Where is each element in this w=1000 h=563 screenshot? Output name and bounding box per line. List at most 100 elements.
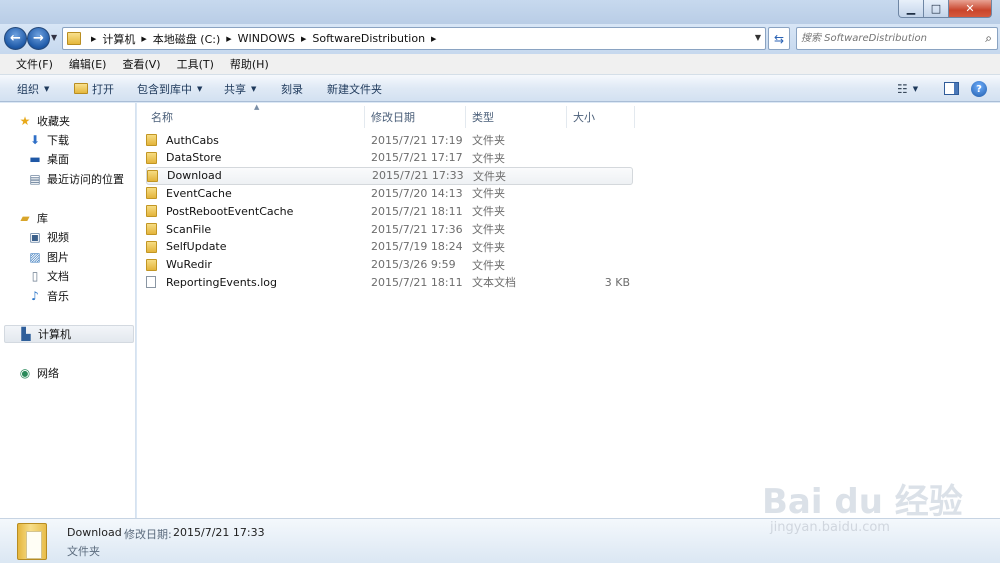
column-size[interactable]: 大小	[567, 106, 635, 128]
computer-icon: ▙	[21, 327, 31, 341]
file-name-cell: WuRedir	[146, 258, 368, 271]
sidebar-item-network[interactable]: ◉ 网络	[18, 364, 59, 382]
column-name[interactable]: 名称	[137, 106, 365, 128]
sidebar-item-label: 网络	[37, 367, 59, 380]
table-row[interactable]: ScanFile 2015/7/21 17:36 文件夹	[146, 220, 633, 238]
column-date-modified[interactable]: 修改日期	[365, 106, 466, 128]
folder-icon	[146, 187, 157, 200]
organize-button[interactable]: 组织 ▼	[17, 75, 49, 102]
file-name: DataStore	[166, 151, 222, 165]
sidebar-item-recent-places[interactable]: ▤ 最近访问的位置	[28, 170, 124, 188]
sidebar-item-desktop[interactable]: ▬ 桌面	[28, 150, 69, 168]
sidebar-item-videos[interactable]: ▣ 视频	[28, 228, 69, 246]
file-name: WuRedir	[166, 258, 212, 272]
table-row[interactable]: AuthCabs 2015/7/21 17:19 文件夹	[146, 131, 633, 149]
breadcrumb: ▶ 计算机 ▶ 本地磁盘 (C:) ▶ WINDOWS ▶ SoftwareDi…	[85, 28, 442, 49]
file-date: 2015/7/21 18:11	[371, 204, 463, 218]
title-bar: ▁ □ ✕	[0, 0, 1000, 24]
search-box[interactable]: ⌕	[796, 27, 998, 50]
address-history-dropdown-icon[interactable]: ▼	[755, 33, 761, 42]
sidebar-item-label: 收藏夹	[37, 115, 70, 128]
minimize-icon: ▁	[906, 2, 916, 15]
breadcrumb-local-disk[interactable]: 本地磁盘 (C:)	[153, 31, 220, 47]
file-date: 2015/7/19 18:24	[371, 240, 463, 254]
file-name: ReportingEvents.log	[166, 275, 277, 289]
table-row[interactable]: DataStore 2015/7/21 17:17 文件夹	[146, 149, 633, 167]
chevron-right-icon[interactable]: ▶	[226, 35, 231, 43]
open-button[interactable]: 打开	[74, 75, 114, 102]
breadcrumb-windows[interactable]: WINDOWS	[238, 32, 295, 45]
table-row[interactable]: EventCache 2015/7/20 14:13 文件夹	[146, 184, 633, 202]
selected-item-name: Download	[67, 526, 122, 539]
music-icon: ♪	[31, 289, 39, 303]
file-date: 2015/7/21 17:17	[371, 151, 463, 165]
file-type: 文件夹	[472, 187, 505, 201]
chevron-down-icon: ▼	[251, 84, 257, 93]
preview-pane-icon[interactable]	[944, 82, 959, 95]
refresh-button[interactable]: ⇆	[768, 27, 790, 50]
chevron-right-icon[interactable]: ▶	[301, 35, 306, 43]
menu-edit[interactable]: 编辑(E)	[59, 56, 113, 72]
sidebar-item-pictures[interactable]: ▨ 图片	[28, 248, 69, 266]
address-bar[interactable]: ▶ 计算机 ▶ 本地磁盘 (C:) ▶ WINDOWS ▶ SoftwareDi…	[62, 27, 766, 50]
menu-view[interactable]: 查看(V)	[112, 56, 166, 72]
share-button[interactable]: 共享 ▼	[224, 75, 256, 102]
sidebar-item-libraries[interactable]: ▰ 库	[18, 209, 48, 227]
file-name: SelfUpdate	[166, 240, 227, 254]
forward-button[interactable]: →	[27, 27, 50, 50]
navigation-pane: ★ 收藏夹 ⬇ 下载 ▬ 桌面 ▤ 最近访问的位置 ▰ 库 ▣ 视频 ▨ 图片 ▯ 文档 ♪ 音乐…	[0, 103, 136, 518]
sidebar-item-label: 文档	[47, 270, 69, 283]
folder-icon	[67, 32, 81, 45]
column-type[interactable]: 类型	[466, 106, 567, 128]
chevron-right-icon[interactable]: ▶	[431, 35, 436, 43]
folder-icon	[146, 134, 157, 146]
menu-help[interactable]: 帮助(H)	[220, 56, 275, 72]
close-icon: ✕	[965, 2, 975, 15]
file-date: 2015/7/21 17:36	[371, 222, 463, 236]
search-icon[interactable]: ⌕	[985, 31, 992, 46]
back-button[interactable]: ←	[4, 27, 27, 50]
watermark-logo: Bai du 经验	[762, 482, 963, 522]
close-button[interactable]: ✕	[949, 0, 992, 18]
sidebar-item-documents[interactable]: ▯ 文档	[28, 267, 69, 285]
file-name: EventCache	[166, 186, 232, 200]
breadcrumb-computer[interactable]: 计算机	[102, 31, 135, 47]
window-controls: ▁ □ ✕	[898, 0, 992, 18]
sidebar-item-label: 库	[37, 212, 48, 225]
sidebar-item-favorites[interactable]: ★ 收藏夹	[18, 112, 70, 130]
menu-bar: 文件(F) 编辑(E) 查看(V) 工具(T) 帮助(H)	[0, 54, 1000, 75]
search-input[interactable]	[801, 31, 971, 46]
chevron-right-icon[interactable]: ▶	[141, 35, 146, 43]
file-date: 2015/3/26 9:59	[371, 258, 456, 272]
sidebar-item-music[interactable]: ♪ 音乐	[28, 287, 69, 305]
file-type: 文件夹	[472, 134, 505, 147]
new-folder-button[interactable]: 新建文件夹	[327, 75, 382, 102]
table-row[interactable]: ReportingEvents.log 2015/7/21 18:11 文本文档 3 …	[146, 273, 633, 291]
help-icon[interactable]: ?	[971, 81, 987, 97]
table-row[interactable]: WuRedir 2015/3/26 9:59 文件夹	[146, 256, 633, 274]
maximize-button[interactable]: □	[924, 0, 949, 18]
sidebar-item-label: 音乐	[47, 290, 69, 303]
maximize-icon: □	[930, 2, 942, 15]
folder-icon	[146, 151, 157, 164]
forward-arrow-icon: →	[33, 31, 44, 46]
table-row[interactable]: SelfUpdate 2015/7/19 18:24 文件夹	[146, 238, 633, 256]
menu-file[interactable]: 文件(F)	[6, 56, 59, 72]
selected-item-type: 文件夹	[67, 545, 100, 558]
chevron-right-icon[interactable]: ▶	[91, 35, 96, 43]
breadcrumb-softwaredistribution[interactable]: SoftwareDistribution	[312, 32, 425, 45]
table-row[interactable]: PostRebootEventCache 2015/7/21 18:11 文件夹	[146, 202, 633, 220]
change-view-button[interactable]: ☷ ▼	[897, 75, 918, 102]
include-in-library-button[interactable]: 包含到库中 ▼	[137, 75, 202, 102]
recent-pages-dropdown-icon[interactable]: ▼	[51, 33, 57, 42]
file-name: ScanFile	[166, 222, 212, 236]
menu-tools[interactable]: 工具(T)	[167, 56, 220, 72]
file-name: AuthCabs	[166, 133, 219, 147]
sidebar-item-label: 计算机	[38, 328, 71, 341]
sidebar-item-downloads[interactable]: ⬇ 下载	[28, 131, 69, 149]
sidebar-item-computer[interactable]: ▙ 计算机	[4, 325, 134, 343]
burn-button[interactable]: 刻录	[281, 75, 303, 102]
file-name-cell: SelfUpdate	[146, 240, 368, 253]
minimize-button[interactable]: ▁	[898, 0, 924, 18]
table-row[interactable]: Download 2015/7/21 17:33 文件夹	[146, 166, 633, 185]
